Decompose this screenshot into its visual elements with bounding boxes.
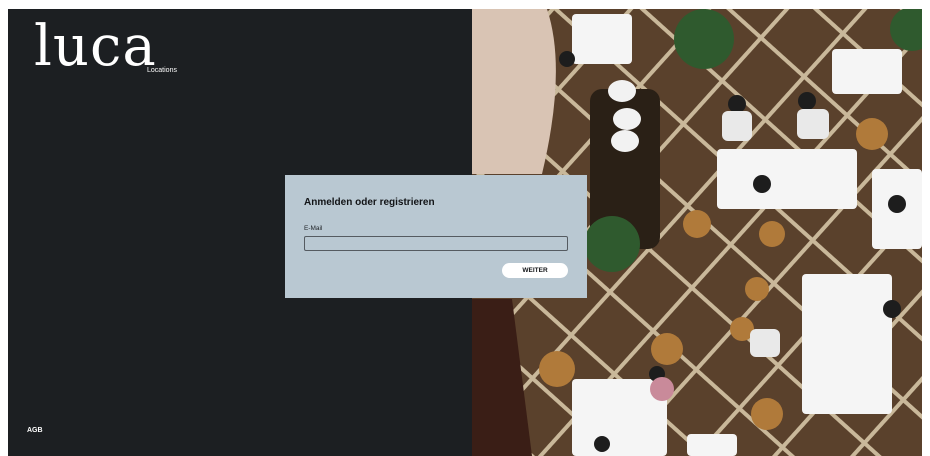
login-card: Anmelden oder registrieren E-Mail WEITER xyxy=(285,175,587,298)
email-input[interactable] xyxy=(304,236,568,251)
email-label: E-Mail xyxy=(304,225,323,232)
submit-button[interactable]: WEITER xyxy=(502,263,568,278)
login-title: Anmelden oder registrieren xyxy=(304,197,435,208)
agb-link[interactable]: AGB xyxy=(27,427,43,434)
logo-subtitle: Locations xyxy=(147,67,177,74)
luca-logo: luca xyxy=(34,14,157,79)
